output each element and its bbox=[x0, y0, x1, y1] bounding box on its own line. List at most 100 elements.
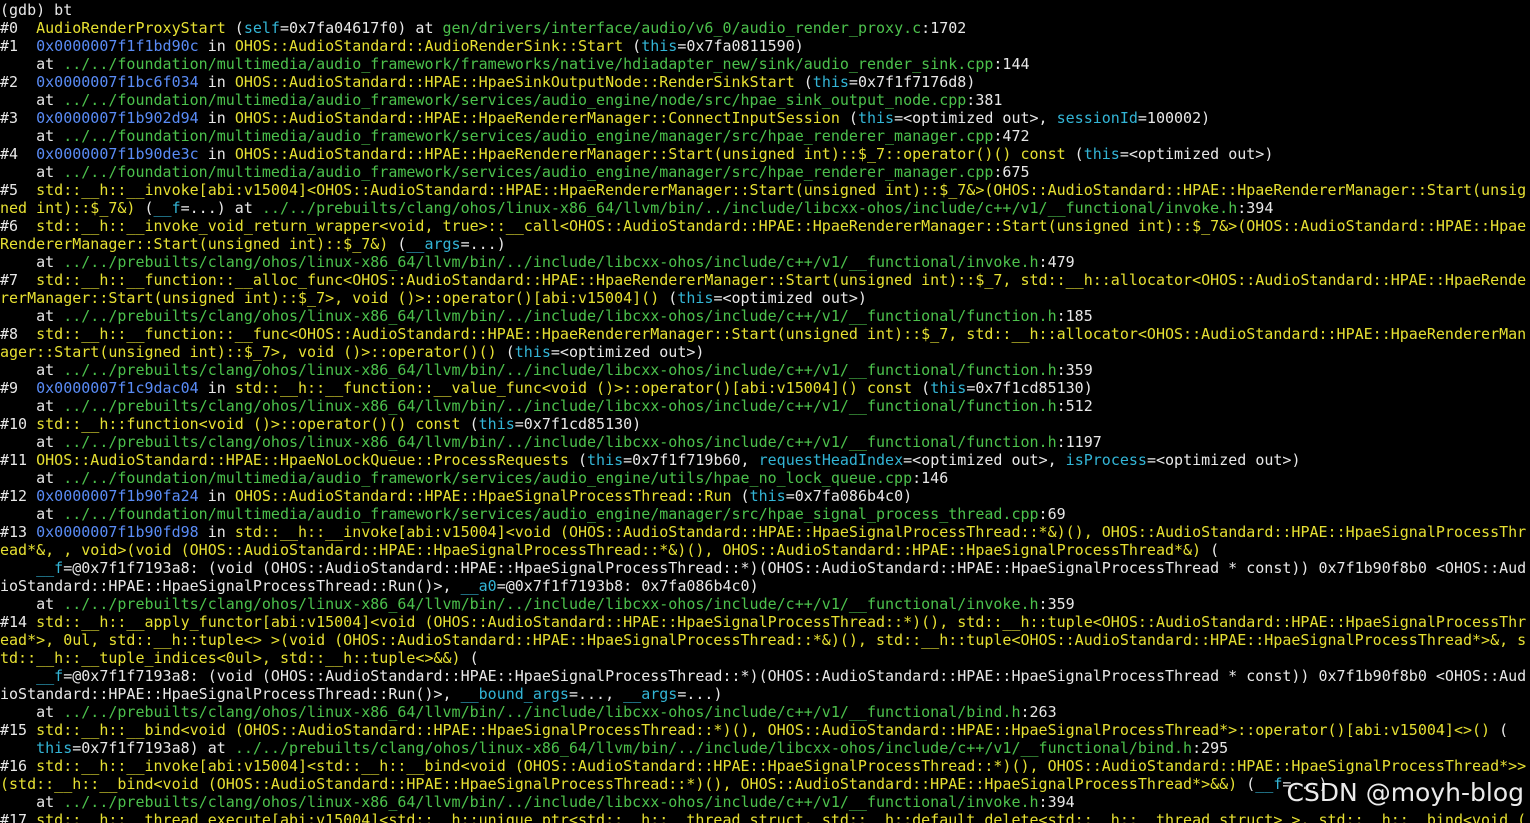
plain-text: =@0x7f1f7193a8: (void (OHOS::AudioStanda… bbox=[63, 559, 1527, 577]
function-name: AudioRenderProxyStart bbox=[36, 19, 226, 37]
plain-text: #9 bbox=[0, 379, 37, 397]
function-name: std::__h::__bind<void (OHOS::AudioStanda… bbox=[36, 721, 1491, 739]
argument-name: this bbox=[857, 109, 895, 127]
backtrace-line: #4 0x0000007f1b90de3c in OHOS::AudioStan… bbox=[0, 145, 1530, 163]
plain-text: at bbox=[0, 127, 64, 145]
terminal-output[interactable]: (gdb) bt #0 AudioRenderProxyStart (self=0… bbox=[0, 0, 1530, 823]
backtrace-line: at ../../prebuilts/clang/ohos/linux-x86_… bbox=[0, 397, 1530, 415]
backtrace-line: at ../../foundation/multimedia/audio_fra… bbox=[0, 91, 1530, 109]
source-path: ../../prebuilts/clang/ohos/linux-x86_64/… bbox=[63, 433, 1057, 451]
plain-text: :295 bbox=[1192, 739, 1229, 757]
plain-text: =<optimized out>, bbox=[894, 109, 1057, 127]
argument-name: this bbox=[812, 73, 849, 91]
plain-text: at bbox=[0, 793, 64, 811]
plain-text: =...) bbox=[677, 685, 723, 703]
plain-text: at bbox=[0, 703, 64, 721]
backtrace-line: at ../../prebuilts/clang/ohos/linux-x86_… bbox=[0, 361, 1530, 379]
backtrace-line: #1 0x0000007f1f1bd90c in OHOS::AudioStan… bbox=[0, 37, 1530, 55]
plain-text: :394 bbox=[1237, 199, 1274, 217]
plain-text: ioStandard::HPAE::HpaeSignalProcessThrea… bbox=[0, 577, 461, 595]
plain-text: #4 bbox=[0, 145, 37, 163]
plain-text: at bbox=[0, 469, 64, 487]
plain-text: :512 bbox=[1056, 397, 1093, 415]
argument-name: this bbox=[36, 739, 73, 757]
plain-text: #7 bbox=[0, 271, 37, 289]
source-path: ../../prebuilts/clang/ohos/linux-x86_64/… bbox=[63, 397, 1057, 415]
plain-text: =0x7f1f7193a8) at bbox=[72, 739, 235, 757]
plain-text: =<optimized out>) bbox=[1146, 451, 1301, 469]
backtrace-line: #0 AudioRenderProxyStart (self=0x7fa0461… bbox=[0, 19, 1530, 37]
backtrace-line: at ../../prebuilts/clang/ohos/linux-x86_… bbox=[0, 253, 1530, 271]
argument-name: this bbox=[641, 37, 678, 55]
argument-name: this bbox=[930, 379, 967, 397]
plain-text: =<optimized out>, bbox=[903, 451, 1066, 469]
plain-text: #10 bbox=[0, 415, 37, 433]
backtrace-line: #2 0x0000007f1bc6f034 in OHOS::AudioStan… bbox=[0, 73, 1530, 91]
plain-text: =0x7f1cd85130) bbox=[514, 415, 642, 433]
argument-name: __f bbox=[153, 199, 181, 217]
argument-name: __f bbox=[36, 559, 64, 577]
function-name: (std::__h::__bind<void (OHOS::AudioStand… bbox=[0, 775, 1238, 793]
argument-name: __f bbox=[1255, 775, 1283, 793]
argument-name: this bbox=[677, 289, 714, 307]
plain-text: =0x7f1cd85130) bbox=[966, 379, 1093, 397]
source-path: ../../foundation/multimedia/audio_framew… bbox=[63, 55, 994, 73]
plain-text: :185 bbox=[1056, 307, 1093, 325]
plain-text: ( bbox=[568, 451, 588, 469]
backtrace-line: at ../../foundation/multimedia/audio_fra… bbox=[0, 55, 1530, 73]
frame-address: 0x0000007f1b90fd98 bbox=[36, 523, 199, 541]
plain-text: in bbox=[198, 487, 235, 505]
backtrace-line: #12 0x0000007f1b90fa24 in OHOS::AudioSta… bbox=[0, 487, 1530, 505]
plain-text: #15 bbox=[0, 721, 37, 739]
backtrace-line: td::__h::__tuple_indices<0ul>, std::__h:… bbox=[0, 649, 1530, 667]
backtrace-line: __f=@0x7f1f7193a8: (void (OHOS::AudioSta… bbox=[0, 559, 1530, 577]
function-name: ned int)::$_7&) bbox=[0, 199, 136, 217]
backtrace-line: RendererManager::Start(unsigned int)::$_… bbox=[0, 235, 1530, 253]
frame-address: 0x0000007f1b90de3c bbox=[36, 145, 199, 163]
plain-text: =<optimized out>) bbox=[713, 289, 867, 307]
plain-text: #3 bbox=[0, 109, 37, 127]
plain-text: :146 bbox=[912, 469, 949, 487]
plain-text: =<optimized out>) bbox=[550, 343, 705, 361]
source-path: ../../prebuilts/clang/ohos/linux-x86_64/… bbox=[234, 739, 1193, 757]
plain-text: at bbox=[0, 55, 64, 73]
backtrace-line: #14 std::__h::__apply_functor[abi:v15004… bbox=[0, 613, 1530, 631]
backtrace-line: at ../../foundation/multimedia/audio_fra… bbox=[0, 505, 1530, 523]
function-name: std::__h::__invoke[abi:v15004]<OHOS::Aud… bbox=[36, 181, 1527, 199]
plain-text: #11 bbox=[0, 451, 37, 469]
plain-text: :479 bbox=[1038, 253, 1075, 271]
backtrace-line: #7 std::__h::__function::__alloc_func<OH… bbox=[0, 271, 1530, 289]
plain-text: =100002) bbox=[1137, 109, 1211, 127]
backtrace-line: at ../../prebuilts/clang/ohos/linux-x86_… bbox=[0, 433, 1530, 451]
plain-text: #13 bbox=[0, 523, 37, 541]
plain-text: in bbox=[198, 73, 235, 91]
plain-text: ( bbox=[623, 37, 642, 55]
function-name: RendererManager::Start(unsigned int)::$_… bbox=[0, 235, 389, 253]
backtrace-line: rerManager::Start(unsigned int)::$_7>, v… bbox=[0, 289, 1530, 307]
plain-text: ( bbox=[388, 235, 407, 253]
function-name: OHOS::AudioStandard::HPAE::HpaeRendererM… bbox=[234, 145, 1066, 163]
backtrace-line: #9 0x0000007f1c9dac04 in std::__h::__fun… bbox=[0, 379, 1530, 397]
plain-text: ( bbox=[794, 73, 813, 91]
source-path: gen/drivers/interface/audio/v6_0/audio_r… bbox=[442, 19, 922, 37]
source-path: ../../prebuilts/clang/ohos/linux-x86_64/… bbox=[63, 793, 1039, 811]
plain-text: ( bbox=[225, 19, 244, 37]
plain-text: ( bbox=[460, 649, 479, 667]
source-path: ../../prebuilts/clang/ohos/linux-x86_64/… bbox=[63, 361, 1057, 379]
plain-text: ( bbox=[135, 199, 154, 217]
plain-text: ( bbox=[1237, 775, 1256, 793]
plain-text: #17 bbox=[0, 811, 37, 823]
plain-text: =@0x7f1f7193a8: (void (OHOS::AudioStanda… bbox=[63, 667, 1527, 685]
argument-name: this bbox=[478, 415, 515, 433]
backtrace-line: at ../../foundation/multimedia/audio_fra… bbox=[0, 163, 1530, 181]
plain-text: at bbox=[0, 433, 64, 451]
frame-address: 0x0000007f1b902d94 bbox=[36, 109, 199, 127]
plain-text: #12 bbox=[0, 487, 37, 505]
backtrace-line: this=0x7f1f7193a8) at ../../prebuilts/cl… bbox=[0, 739, 1530, 757]
plain-text: (gdb) bt bbox=[0, 1, 73, 19]
plain-text: ( bbox=[1490, 721, 1509, 739]
backtrace-line: at ../../prebuilts/clang/ohos/linux-x86_… bbox=[0, 595, 1530, 613]
backtrace-line: #11 OHOS::AudioStandard::HPAE::HpaeNoLoc… bbox=[0, 451, 1530, 469]
function-name: OHOS::AudioStandard::HPAE::HpaeNoLockQue… bbox=[36, 451, 569, 469]
argument-name: __args bbox=[623, 685, 678, 703]
